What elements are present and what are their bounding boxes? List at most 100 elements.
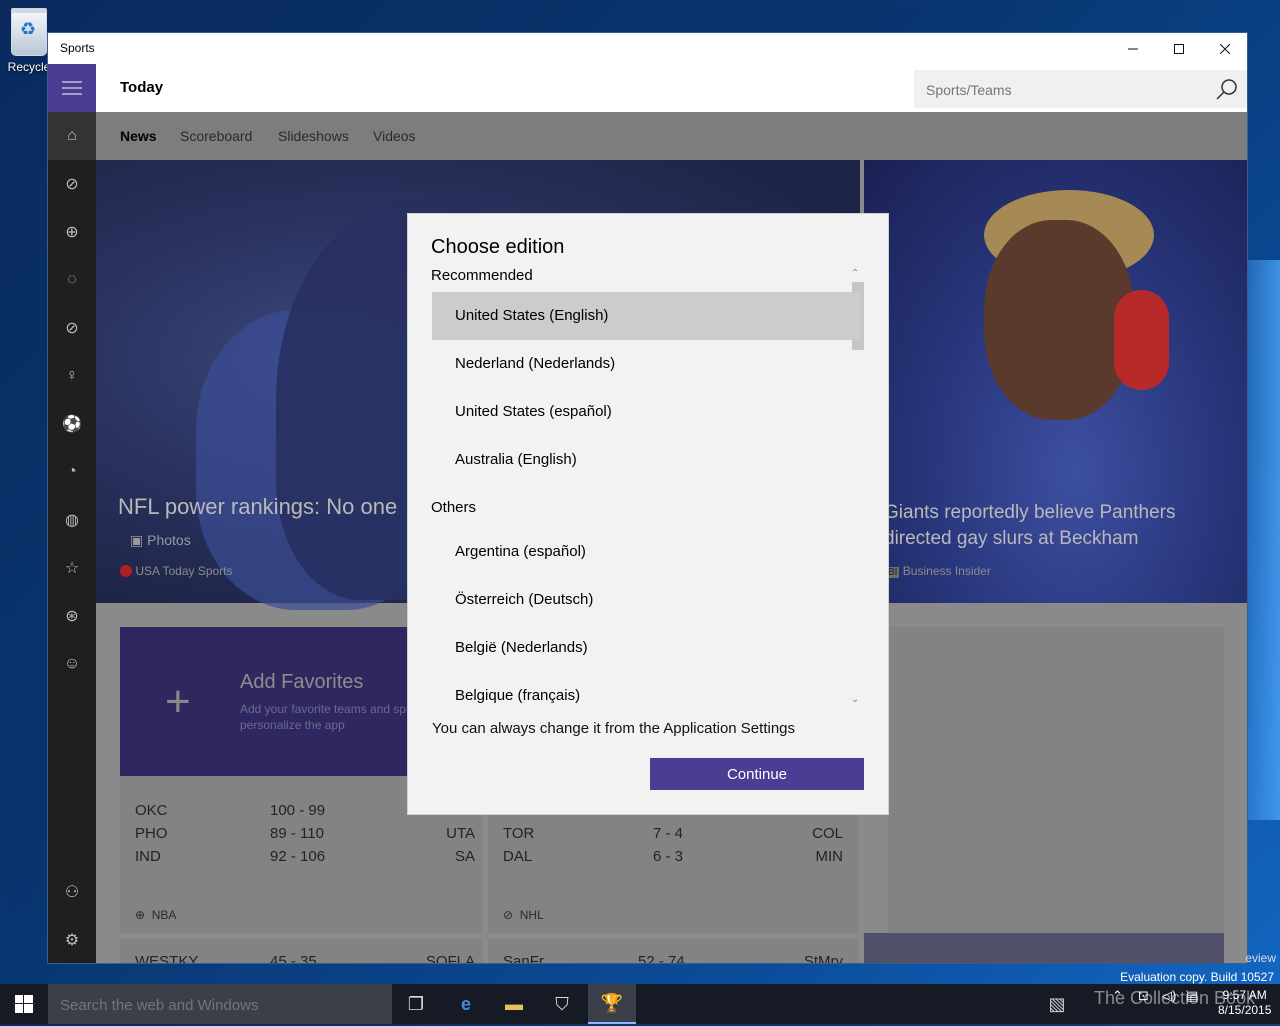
close-button[interactable] xyxy=(1202,33,1247,64)
maximize-button[interactable] xyxy=(1156,33,1202,64)
sports-app-taskbar-icon[interactable]: 🏆 xyxy=(588,984,636,1024)
hero-image-shape xyxy=(984,220,1134,420)
hero-source: USA Today Sports xyxy=(120,564,233,578)
edition-option-belgique[interactable]: Belgique (français) xyxy=(432,672,860,720)
tennis-icon[interactable]: ◍ xyxy=(48,496,96,544)
golf-icon[interactable]: ♀ xyxy=(48,352,96,400)
tab-slideshows[interactable]: Slideshows xyxy=(278,128,349,144)
hero-headline-line1: Giants reportedly believe Panthers xyxy=(884,502,1176,523)
app-header: Today xyxy=(96,64,1247,112)
start-button[interactable] xyxy=(0,984,48,1024)
league-label: ⊘ NHL xyxy=(503,908,544,922)
favorites-icon[interactable]: ☆ xyxy=(48,544,96,592)
hockey-icon: ⊘ xyxy=(503,908,514,922)
score-row: SanFr 52 - 74 StMry xyxy=(503,953,843,964)
choose-edition-dialog: Choose edition Recommended ⌃ United Stat… xyxy=(408,214,888,814)
action-center-icon[interactable]: ▤ xyxy=(1186,988,1198,1004)
evaluation-watermark-partial: eview xyxy=(1245,951,1276,965)
search-icon[interactable] xyxy=(1216,78,1238,100)
favorites-title: Add Favorites xyxy=(240,671,364,693)
soccer-icon[interactable]: ⚽ xyxy=(48,400,96,448)
plus-icon: + xyxy=(165,677,191,726)
navigation-rail: ⌂ ⊘ ⊕ ◌ ⊘ ♀ ⚽ ◔ ◍ ☆ ⊛ ☺ ⚇ ⚙ xyxy=(48,64,96,963)
network-icon[interactable]: ⊡ xyxy=(1138,988,1149,1004)
file-explorer-icon[interactable]: ▬ xyxy=(490,984,538,1024)
hero-story-giants[interactable]: Giants reportedly believe Panthers direc… xyxy=(864,160,1247,603)
edition-option-argentina[interactable]: Argentina (español) xyxy=(432,528,860,576)
taskbar-search-box[interactable] xyxy=(48,984,392,1026)
continue-button[interactable]: Continue xyxy=(650,758,864,790)
tab-scoreboard[interactable]: Scoreboard xyxy=(180,128,252,144)
fun-icon[interactable]: ☺ xyxy=(48,640,96,688)
section-tabs: News Scoreboard Slideshows Videos xyxy=(96,112,1247,160)
edition-option-osterreich[interactable]: Österreich (Deutsch) xyxy=(432,576,860,624)
hamburger-menu-button[interactable] xyxy=(48,64,96,112)
taskbar: ❐ e ▬ ⛉ 🏆 ▧ xyxy=(0,984,1280,1026)
tab-videos[interactable]: Videos xyxy=(373,128,416,144)
watermark-book-icon: ▧ xyxy=(1048,993,1066,1014)
tab-news[interactable]: News xyxy=(120,128,157,144)
score-row: TOR 7 - 4 COL xyxy=(503,825,843,842)
home-icon[interactable]: ⌂ xyxy=(48,112,96,160)
store-icon[interactable]: ⛉ xyxy=(538,984,586,1024)
hamburger-icon xyxy=(62,81,82,95)
photos-label: Photos xyxy=(147,532,191,548)
page-title: Today xyxy=(120,79,164,96)
hero-headline: NFL power rankings: No one xyxy=(118,494,398,519)
clock-date: 8/15/2015 xyxy=(1218,1003,1272,1017)
window-title: Sports xyxy=(60,41,95,55)
score-row: WESTKY 45 - 35 SOFLA xyxy=(135,953,475,964)
racing-icon[interactable]: ◔ xyxy=(48,448,96,496)
evaluation-watermark: Evaluation copy. Build 10527 xyxy=(1120,970,1274,984)
maximize-icon xyxy=(1174,43,1184,54)
edge-browser-icon[interactable]: e xyxy=(442,984,490,1024)
search-input[interactable] xyxy=(914,70,1218,110)
edition-option-belgie[interactable]: België (Nederlands) xyxy=(432,624,860,672)
score-row: DAL 6 - 3 MIN xyxy=(503,848,843,865)
search-box[interactable] xyxy=(914,70,1247,110)
clock-time: 9:57 AM xyxy=(1222,988,1267,1002)
story-thumbnail[interactable] xyxy=(864,933,1224,963)
scroll-down-icon[interactable]: ⌄ xyxy=(851,694,859,705)
source-name: USA Today Sports xyxy=(135,564,233,578)
basketball-icon: ⊕ xyxy=(135,908,146,922)
camera-icon: ▣ xyxy=(130,532,144,548)
edition-option-australia[interactable]: Australia (English) xyxy=(432,436,860,484)
close-icon xyxy=(1220,43,1230,54)
task-view-icon[interactable]: ❐ xyxy=(392,984,440,1024)
edition-option-nederland[interactable]: Nederland (Nederlands) xyxy=(432,340,860,388)
empty-tile xyxy=(888,627,1224,933)
clock[interactable]: 9:57 AM 8/15/2015 xyxy=(1218,988,1271,1018)
photos-badge: ▣ Photos xyxy=(130,532,191,549)
others-header: Others xyxy=(431,499,477,516)
edition-option-us-espanol[interactable]: United States (español) xyxy=(432,388,860,436)
hockey-icon[interactable]: ⊘ xyxy=(48,304,96,352)
settings-note: You can always change it from the Applic… xyxy=(432,720,796,737)
tray-chevron-icon[interactable]: ⌃ xyxy=(1112,988,1123,1004)
score-row: PHO 89 - 110 UTA xyxy=(135,825,475,842)
volume-icon[interactable]: ◁) xyxy=(1162,988,1176,1004)
league-label: ⊕ NBA xyxy=(135,908,177,922)
source-logo-icon xyxy=(120,565,132,577)
title-bar[interactable]: Sports xyxy=(48,33,1247,64)
minimize-button[interactable] xyxy=(1110,33,1156,64)
football-icon[interactable]: ⊘ xyxy=(48,160,96,208)
olympics-icon[interactable]: ⊛ xyxy=(48,592,96,640)
hero-image-shape xyxy=(1114,290,1169,390)
scores-card[interactable]: WESTKY 45 - 35 SOFLA xyxy=(120,939,482,964)
taskbar-search-input[interactable] xyxy=(48,984,392,1026)
windows-logo-icon xyxy=(15,995,33,1013)
source-name: Business Insider xyxy=(902,564,991,578)
add-account-icon[interactable]: ⚇ xyxy=(48,868,96,916)
basketball-icon[interactable]: ⊕ xyxy=(48,208,96,256)
baseball-icon[interactable]: ◌ xyxy=(48,256,96,304)
settings-gear-icon[interactable]: ⚙ xyxy=(48,916,96,963)
recommended-header: Recommended xyxy=(431,267,533,284)
recycle-bin-icon xyxy=(11,8,47,56)
minimize-icon xyxy=(1128,48,1138,49)
edition-option-us-english[interactable]: United States (English) xyxy=(432,292,860,340)
scores-card[interactable]: SanFr 52 - 74 StMry xyxy=(488,939,858,964)
scroll-up-icon[interactable]: ⌃ xyxy=(851,268,859,279)
dialog-title: Choose edition xyxy=(431,236,565,258)
hero-headline-line2: directed gay slurs at Beckham xyxy=(884,528,1139,549)
